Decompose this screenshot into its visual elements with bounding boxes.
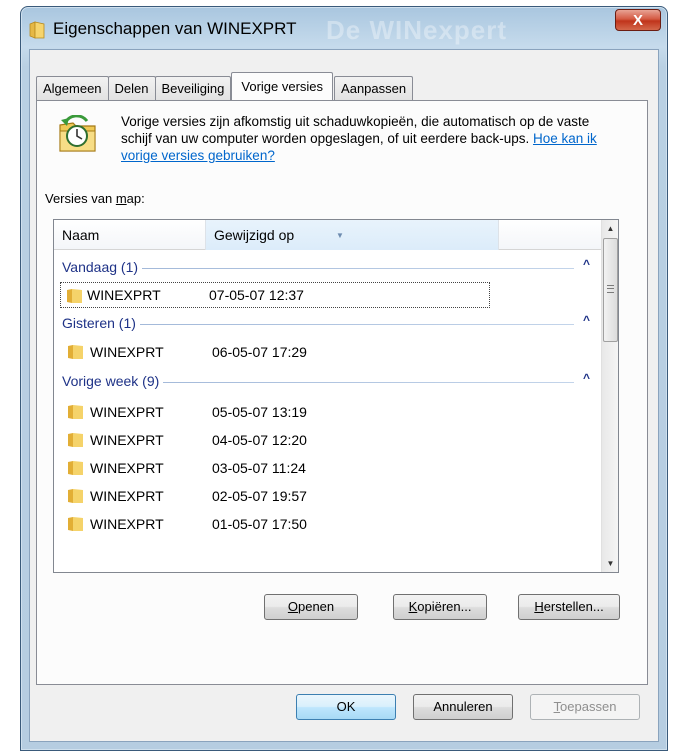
info-description: Vorige versies zijn afkomstig uit schadu… — [121, 113, 621, 164]
group-header-vorige-week[interactable]: Vorige week (9) ^ — [54, 369, 602, 395]
item-name: WINEXPRT — [90, 460, 164, 476]
open-button[interactable]: Openen — [264, 594, 358, 620]
tab-vorige-versies[interactable]: Vorige versies — [231, 72, 334, 100]
versions-label-text-end: ap: — [126, 191, 145, 206]
group-header-gisteren[interactable]: Gisteren (1) ^ — [54, 311, 602, 337]
copy-button-accelerator: K — [408, 599, 418, 614]
tab-algemeen[interactable]: Algemeen — [36, 76, 109, 100]
group-label: Vandaag (1) — [62, 259, 143, 275]
versions-label-accelerator: m — [115, 191, 127, 206]
item-name: WINEXPRT — [90, 404, 164, 420]
folder-icon — [68, 517, 83, 531]
item-date: 06-05-07 17:29 — [212, 344, 307, 360]
list-item[interactable]: WINEXPRT 02-05-07 19:57 — [62, 483, 492, 509]
list-item[interactable]: WINEXPRT 05-05-07 13:19 — [62, 399, 492, 425]
column-header-gewijzigd-op-label: Gewijzigd op — [214, 227, 295, 243]
scrollbar-grip-icon — [607, 285, 614, 293]
previous-versions-panel: Vorige versies zijn afkomstig uit schadu… — [36, 100, 648, 685]
open-button-label: penen — [297, 599, 335, 614]
restore-button-accelerator: H — [534, 599, 544, 614]
list-item[interactable]: WINEXPRT 07-05-07 12:37 — [60, 282, 490, 308]
tab-strip: Algemeen Delen Beveiliging Vorige versie… — [36, 72, 414, 100]
group-label: Gisteren (1) — [62, 315, 140, 331]
scroll-down-arrow-icon[interactable]: ▼ — [602, 555, 618, 572]
scrollbar-thumb[interactable] — [603, 238, 618, 342]
close-icon: X — [632, 11, 643, 29]
copy-button-label: opiëren... — [417, 599, 472, 614]
group-label: Vorige week (9) — [62, 373, 164, 389]
restore-button-label: erstellen... — [543, 599, 604, 614]
item-date: 03-05-07 11:24 — [212, 460, 306, 476]
versions-label-text: Versies van — [45, 191, 116, 206]
item-name: WINEXPRT — [90, 432, 164, 448]
ok-button[interactable]: OK — [296, 694, 396, 720]
open-button-accelerator: O — [287, 599, 298, 614]
versions-label: Versies van map: — [45, 191, 145, 206]
list-item[interactable]: WINEXPRT 04-05-07 12:20 — [62, 427, 492, 453]
tab-beveiliging[interactable]: Beveiliging — [154, 76, 232, 100]
item-name: WINEXPRT — [90, 516, 164, 532]
list-item[interactable]: WINEXPRT 01-05-07 17:50 — [62, 511, 492, 537]
list-item[interactable]: WINEXPRT 03-05-07 11:24 — [62, 455, 492, 481]
copy-button[interactable]: Kopiëren... — [393, 594, 487, 620]
collapse-chevron-icon[interactable]: ^ — [583, 257, 590, 271]
folder-icon — [29, 21, 45, 39]
folder-icon — [67, 289, 82, 303]
dialog-client-area: Algemeen Delen Beveiliging Vorige versie… — [29, 49, 659, 742]
apply-button-label: oepassen — [560, 699, 617, 714]
item-name: WINEXPRT — [87, 287, 161, 303]
folder-icon — [68, 405, 83, 419]
window-title: Eigenschappen van WINEXPRT — [53, 19, 297, 38]
restore-button[interactable]: Herstellen... — [518, 594, 620, 620]
apply-button[interactable]: Toepassen — [530, 694, 640, 720]
folder-icon — [68, 489, 83, 503]
item-date: 02-05-07 19:57 — [212, 488, 307, 504]
column-header-naam[interactable]: Naam — [54, 220, 206, 250]
list-item[interactable]: WINEXPRT 06-05-07 17:29 — [62, 339, 492, 365]
folder-icon — [68, 433, 83, 447]
collapse-chevron-icon[interactable]: ^ — [583, 313, 590, 327]
tab-delen[interactable]: Delen — [107, 76, 156, 100]
list-header: Naam Gewijzigd op ▼ — [54, 220, 602, 250]
sort-descending-icon: ▼ — [336, 231, 344, 240]
cancel-button[interactable]: Annuleren — [413, 694, 513, 720]
item-date: 04-05-07 12:20 — [212, 432, 307, 448]
item-name: WINEXPRT — [90, 488, 164, 504]
title-watermark: De WINexpert — [326, 15, 508, 45]
scroll-up-arrow-icon[interactable]: ▲ — [602, 220, 618, 237]
item-date: 01-05-07 17:50 — [212, 516, 307, 532]
group-header-vandaag[interactable]: Vandaag (1) ^ — [54, 255, 602, 281]
vertical-scrollbar[interactable]: ▲ ▼ — [601, 220, 618, 572]
close-button[interactable]: X — [615, 9, 661, 31]
item-name: WINEXPRT — [90, 344, 164, 360]
versions-list[interactable]: Naam Gewijzigd op ▼ Vandaag (1) ^ WINEXP… — [53, 219, 619, 573]
info-text: Vorige versies zijn afkomstig uit schadu… — [121, 114, 590, 146]
title-bar[interactable]: De WINexpert Eigenschappen van WINEXPRT … — [21, 7, 667, 51]
folder-icon — [68, 461, 83, 475]
previous-versions-icon — [59, 115, 96, 152]
folder-icon — [68, 345, 83, 359]
collapse-chevron-icon[interactable]: ^ — [583, 371, 590, 385]
column-header-gewijzigd-op[interactable]: Gewijzigd op ▼ — [206, 220, 499, 250]
tab-aanpassen[interactable]: Aanpassen — [334, 76, 414, 100]
properties-window: De WINexpert Eigenschappen van WINEXPRT … — [20, 6, 668, 751]
item-date: 05-05-07 13:19 — [212, 404, 307, 420]
item-date: 07-05-07 12:37 — [209, 287, 304, 303]
